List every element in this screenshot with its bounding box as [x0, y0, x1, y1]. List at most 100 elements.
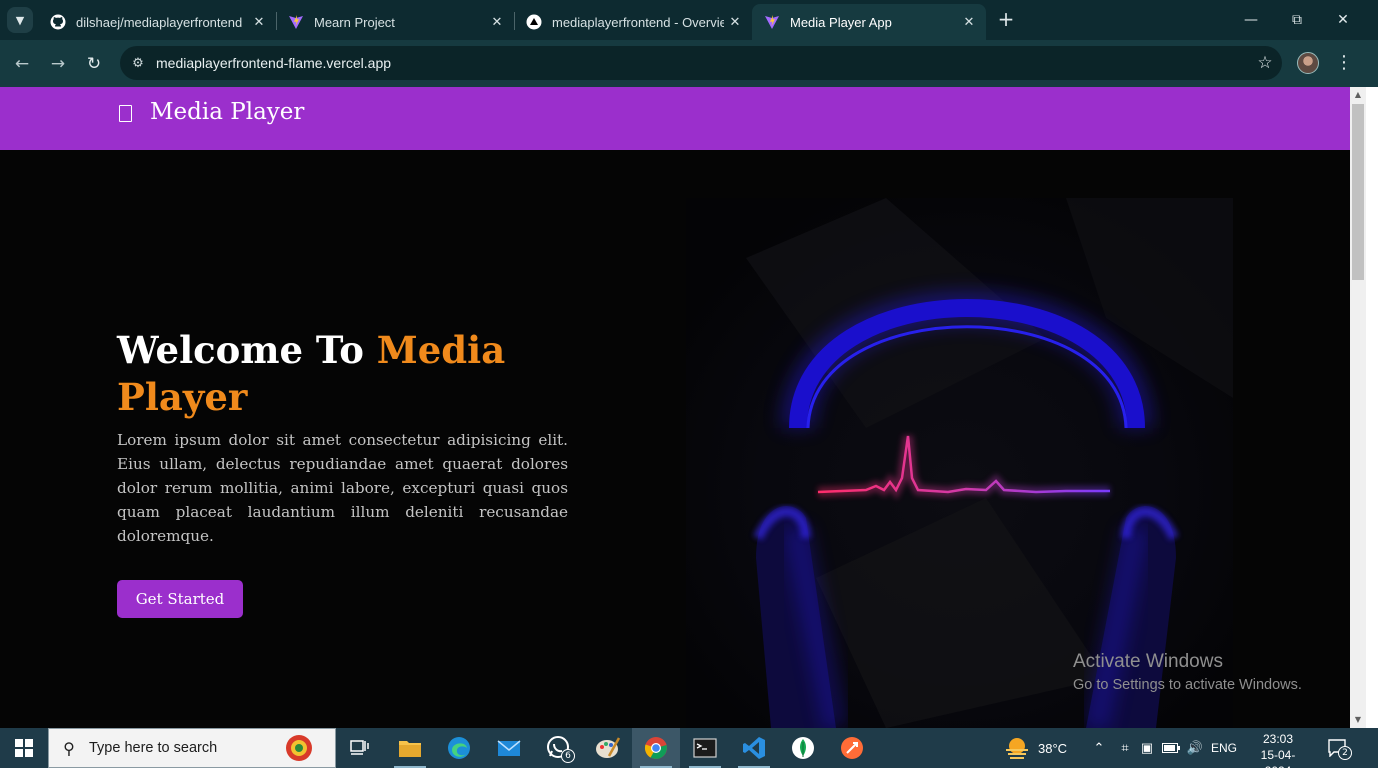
- site-settings-icon[interactable]: ⚙: [120, 56, 156, 71]
- taskbar-file-explorer[interactable]: [386, 728, 434, 768]
- plus-icon: +: [997, 7, 1015, 31]
- folder-icon: [399, 741, 421, 757]
- start-button[interactable]: [0, 728, 48, 768]
- web-page: Media Player Welcome To Media Player Lor…: [0, 87, 1350, 728]
- search-icon: ⚲: [63, 738, 75, 758]
- browser-toolbar: ← → ↻ ⚙ mediaplayerfrontend-flame.vercel…: [0, 40, 1378, 87]
- taskbar-terminal[interactable]: [681, 728, 729, 768]
- notification-count: 2: [1338, 746, 1352, 760]
- media-player-logo-icon: [119, 105, 132, 122]
- close-icon[interactable]: ✕: [958, 14, 980, 30]
- tab-title: Mearn Project: [314, 14, 395, 30]
- get-started-button[interactable]: Get Started: [117, 580, 243, 618]
- battery-icon: [1162, 743, 1180, 753]
- address-bar[interactable]: ⚙ mediaplayerfrontend-flame.vercel.app ☆: [120, 46, 1282, 80]
- taskbar-search-box[interactable]: ⚲ Type here to search: [48, 728, 336, 768]
- back-button[interactable]: ←: [9, 51, 35, 77]
- wifi-icon: ⌗: [1121, 740, 1129, 755]
- hero-description: Lorem ipsum dolor sit amet consectetur a…: [117, 431, 568, 545]
- whatsapp-badge: 6: [561, 749, 575, 763]
- minimize-button[interactable]: —: [1228, 0, 1274, 40]
- notification-center-button[interactable]: 2: [1318, 728, 1358, 768]
- task-view-button[interactable]: [336, 728, 384, 768]
- clock-time: 23:03: [1262, 732, 1294, 746]
- close-icon: ✕: [1337, 12, 1349, 28]
- paint-palette-icon: [596, 737, 621, 758]
- hero-title: Welcome To Media Player: [117, 327, 587, 421]
- github-icon: [50, 14, 66, 30]
- scroll-up-icon[interactable]: ▲: [1350, 87, 1366, 103]
- hero-title-white: Welcome To: [117, 328, 377, 372]
- taskbar-postman[interactable]: [828, 728, 876, 768]
- close-icon[interactable]: ✕: [248, 14, 270, 30]
- new-tab-button[interactable]: +: [994, 8, 1018, 32]
- more-vertical-icon: ⋮: [1335, 52, 1353, 73]
- minimize-icon: —: [1244, 12, 1258, 28]
- arrow-left-icon: ←: [14, 54, 30, 74]
- show-hidden-icons-button[interactable]: ⌃: [1088, 728, 1110, 768]
- tab-vercel-overview[interactable]: mediaplayerfrontend - Overview ✕: [514, 4, 752, 40]
- vite-icon: [288, 14, 304, 30]
- volume-tray[interactable]: 🔊: [1184, 728, 1206, 768]
- meet-now-tray[interactable]: ▣: [1137, 728, 1157, 768]
- close-icon[interactable]: ✕: [486, 14, 508, 30]
- tab-mearn-project[interactable]: Mearn Project ✕: [276, 4, 514, 40]
- activate-windows-watermark: Activate Windows Go to Settings to activ…: [1073, 650, 1302, 696]
- language-indicator[interactable]: ENG: [1208, 728, 1240, 768]
- close-window-button[interactable]: ✕: [1320, 0, 1366, 40]
- profile-avatar[interactable]: [1297, 52, 1319, 74]
- chevron-up-icon: ⌃: [1093, 740, 1105, 755]
- scroll-down-icon[interactable]: ▼: [1350, 712, 1366, 728]
- search-placeholder: Type here to search: [89, 740, 218, 756]
- tab-title: mediaplayerfrontend - Overview: [552, 14, 724, 30]
- window-edge: [1366, 87, 1378, 728]
- headphones-illustration: [686, 198, 1233, 728]
- mail-icon: [497, 740, 521, 756]
- windows-taskbar: ⚲ Type here to search 6 38°C ⌃ ⌗ ▣ 🔊 ENG…: [0, 728, 1378, 778]
- taskbar-paint[interactable]: [584, 728, 632, 768]
- site-brand[interactable]: Media Player: [150, 99, 304, 125]
- site-navbar: Media Player: [0, 87, 1350, 150]
- vercel-icon: [526, 14, 542, 30]
- browser-tab-strip: ▼ dilshaej/mediaplayerfrontend ✕ Mearn P…: [0, 0, 1378, 40]
- screen-bottom-edge: [0, 768, 1378, 784]
- speaker-icon: 🔊: [1186, 740, 1204, 755]
- close-icon[interactable]: ✕: [724, 14, 746, 30]
- taskbar-mail[interactable]: [485, 728, 533, 768]
- tab-media-player-app[interactable]: Media Player App ✕: [752, 4, 986, 40]
- vite-icon: [764, 14, 780, 30]
- postman-icon: [841, 737, 863, 759]
- weather-widget[interactable]: 38°C: [1004, 728, 1067, 768]
- terminal-icon: [693, 738, 717, 758]
- edge-icon: [448, 737, 470, 759]
- weather-sun-icon: [1006, 738, 1028, 759]
- browser-menu-button[interactable]: ⋮: [1334, 50, 1354, 76]
- reload-button[interactable]: ↻: [81, 51, 107, 77]
- scrollbar-thumb[interactable]: [1352, 104, 1364, 280]
- network-tray[interactable]: ⌗: [1114, 728, 1136, 768]
- url-text[interactable]: mediaplayerfrontend-flame.vercel.app: [156, 55, 1248, 71]
- tab-github[interactable]: dilshaej/mediaplayerfrontend ✕: [38, 4, 276, 40]
- restore-button[interactable]: ⧉: [1274, 0, 1320, 40]
- bookmark-star-icon[interactable]: ☆: [1248, 53, 1282, 73]
- tab-search-button[interactable]: ▼: [7, 7, 33, 33]
- tab-title: dilshaej/mediaplayerfrontend: [76, 14, 243, 30]
- task-view-icon: [350, 740, 369, 755]
- taskbar-chrome[interactable]: [632, 728, 680, 768]
- reload-icon: ↻: [86, 54, 102, 74]
- restore-icon: ⧉: [1292, 12, 1302, 28]
- taskbar-edge[interactable]: [435, 728, 483, 768]
- page-scrollbar[interactable]: ▲ ▼: [1350, 87, 1366, 728]
- forward-button[interactable]: →: [45, 51, 71, 77]
- taskbar-vscode[interactable]: [730, 728, 778, 768]
- chevron-down-icon: ▼: [15, 13, 25, 27]
- taskbar-mongodb-compass[interactable]: [779, 728, 827, 768]
- tab-title: Media Player App: [790, 14, 892, 30]
- mongodb-leaf-icon: [792, 737, 814, 759]
- windows-logo-icon: [15, 739, 33, 757]
- taskbar-whatsapp[interactable]: 6: [534, 728, 582, 768]
- chrome-icon: [644, 737, 667, 759]
- arrow-right-icon: →: [50, 54, 66, 74]
- battery-tray[interactable]: [1160, 728, 1182, 768]
- watermark-title: Activate Windows: [1073, 651, 1223, 672]
